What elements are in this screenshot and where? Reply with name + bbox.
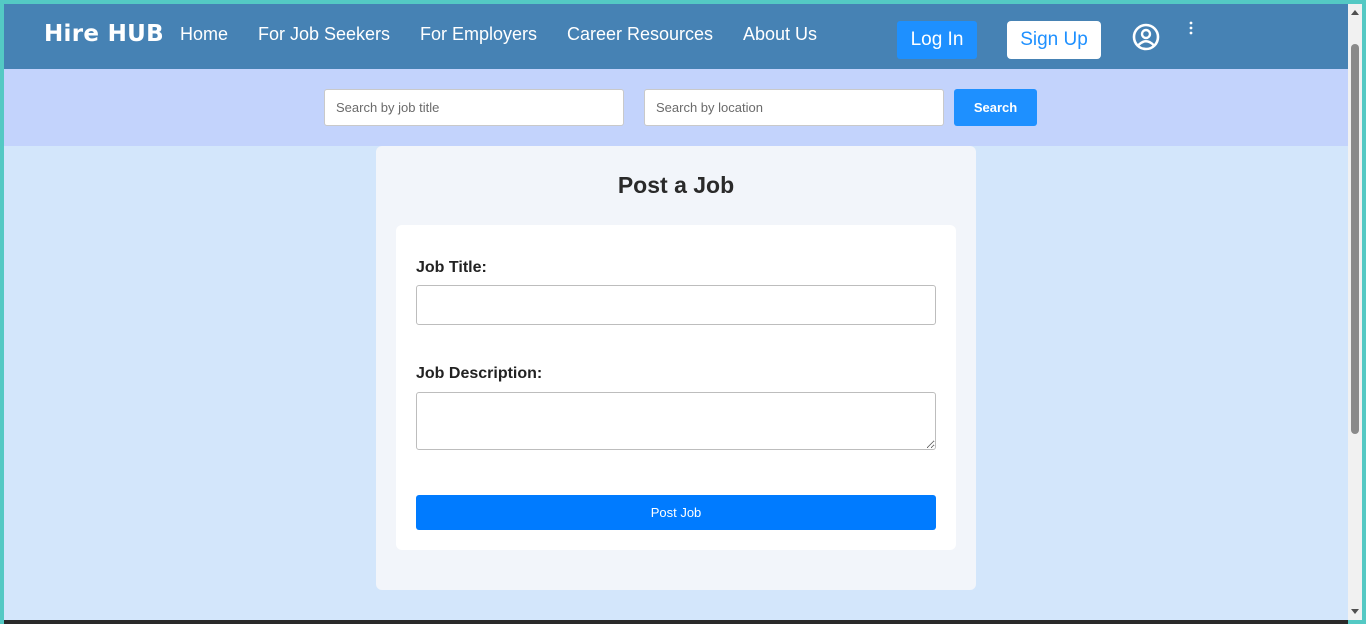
page: Hire HUB Home For Job Seekers For Employ… [4, 4, 1348, 620]
login-button[interactable]: Log In [897, 21, 977, 59]
scroll-up-arrow-icon[interactable] [1351, 10, 1359, 15]
kebab-menu-icon[interactable] [1186, 20, 1196, 36]
brand-logo[interactable]: Hire HUB [44, 21, 164, 47]
job-description-field[interactable] [416, 392, 936, 450]
post-job-panel: Post a Job Job Title: Job Description: P… [376, 146, 976, 590]
window-edge [1362, 0, 1366, 624]
scroll-down-arrow-icon[interactable] [1351, 609, 1359, 614]
nav-link-job-seekers[interactable]: For Job Seekers [258, 24, 390, 45]
nav-link-employers[interactable]: For Employers [420, 24, 537, 45]
page-title: Post a Job [617, 172, 735, 198]
user-circle-icon[interactable] [1131, 22, 1161, 52]
signup-button[interactable]: Sign Up [1007, 21, 1101, 59]
job-title-field[interactable] [416, 285, 936, 325]
search-bar: Search [4, 69, 1348, 146]
post-job-button[interactable]: Post Job [416, 495, 936, 530]
job-description-label: Job Description: [416, 365, 543, 382]
vertical-scrollbar[interactable] [1348, 4, 1362, 620]
navbar: Hire HUB Home For Job Seekers For Employ… [4, 4, 1348, 69]
location-search-input[interactable] [644, 89, 944, 126]
job-title-label: Job Title: [416, 259, 487, 276]
nav-link-home[interactable]: Home [180, 24, 228, 45]
nav-link-about-us[interactable]: About Us [743, 24, 817, 45]
job-title-search-input[interactable] [324, 89, 624, 126]
search-button[interactable]: Search [954, 89, 1037, 126]
nav-link-career-resources[interactable]: Career Resources [567, 24, 713, 45]
post-job-form: Job Title: Job Description: Post Job [396, 225, 956, 550]
scrollbar-thumb[interactable] [1351, 44, 1359, 434]
bottom-edge [4, 620, 1348, 624]
